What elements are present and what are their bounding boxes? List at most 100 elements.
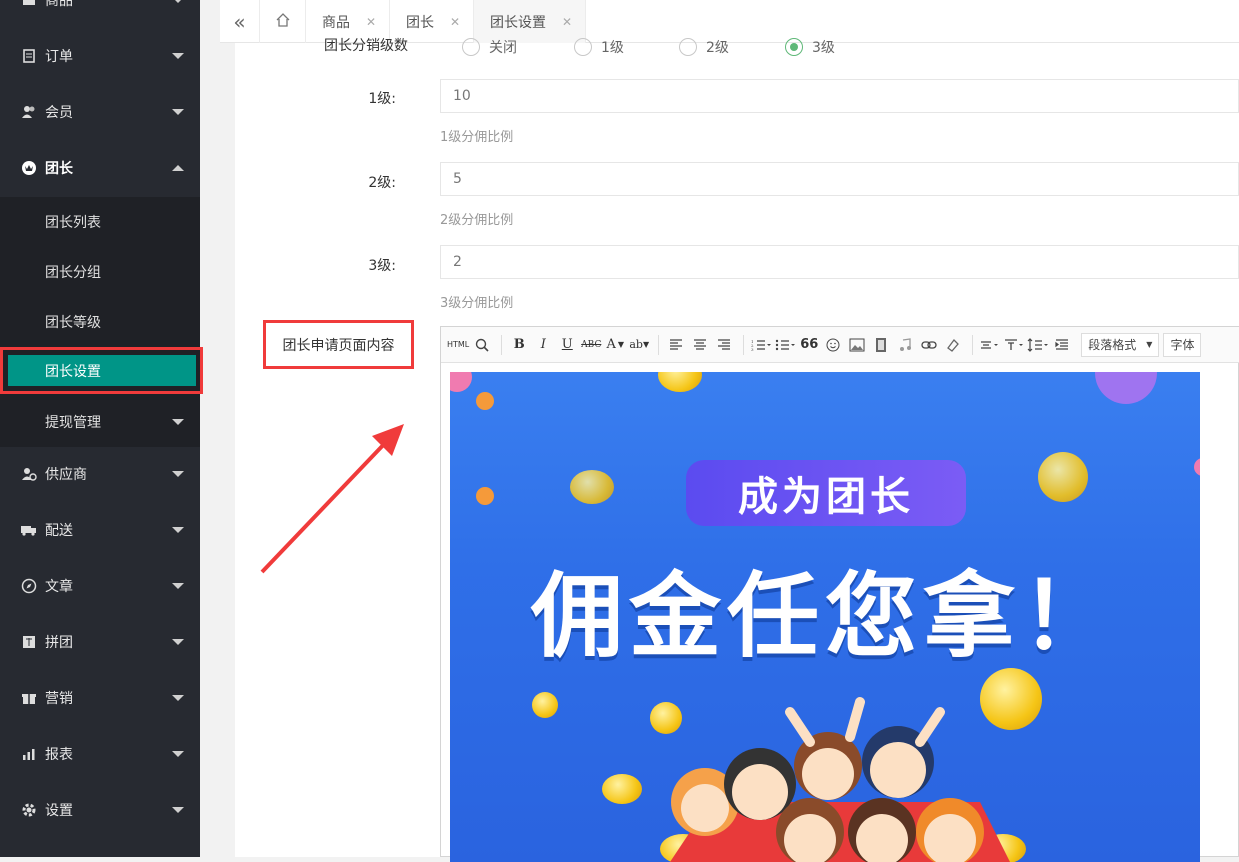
eraser-icon[interactable] (942, 333, 964, 357)
unordered-list-icon[interactable] (774, 333, 796, 357)
paragraph-spacing-icon[interactable] (1003, 333, 1025, 357)
line-height-icon[interactable] (1027, 333, 1049, 357)
sidebar-item-label: 供应商 (45, 467, 87, 483)
sidebar-item-leader[interactable]: 团长 (0, 140, 200, 196)
highlight-button[interactable]: ab ▼ (628, 333, 650, 357)
group-icon (20, 633, 38, 651)
font-color-glyph: A (606, 337, 616, 352)
radio-circle-checked (785, 38, 803, 56)
align-center-icon[interactable] (689, 333, 711, 357)
chart-icon (20, 745, 38, 763)
coin-icon (570, 470, 614, 504)
submenu-leader-level[interactable]: 团长等级 (0, 297, 200, 347)
chevron-down-icon (172, 0, 184, 3)
level1-label: 1级: (368, 91, 396, 107)
sidebar-item-settings[interactable]: 设置 (0, 782, 200, 838)
submenu-leader-list[interactable]: 团长列表 (0, 197, 200, 247)
paragraph-format-select[interactable]: 段落格式 ▼ (1081, 332, 1160, 357)
level3-input[interactable]: 2 (440, 245, 1239, 279)
sidebar: 商品 订单 会员 团长 团长列表 团长分组 团长等级 团长设置 提现管理 供应商 (0, 0, 203, 857)
radio-level-3[interactable]: 3级 (785, 37, 835, 57)
sidebar-item-groupbuy[interactable]: 拼团 (0, 614, 200, 670)
level1-input[interactable]: 10 (440, 79, 1239, 113)
italic-button[interactable]: I (532, 333, 554, 357)
close-icon[interactable]: ✕ (366, 15, 376, 29)
editor-toolbar: HTML B I U ABC A ▼ ab ▼ 123 66 段落格式 ▼ 字体 (441, 327, 1239, 363)
gear-icon (20, 801, 38, 819)
order-icon (20, 47, 38, 65)
radio-off[interactable]: 关闭 (462, 37, 517, 57)
sidebar-item-label: 报表 (45, 747, 73, 763)
sidebar-item-orders[interactable]: 订单 (0, 28, 200, 84)
sidebar-item-supplier[interactable]: 供应商 (0, 446, 200, 502)
sidebar-item-label: 文章 (45, 579, 73, 595)
rich-text-editor[interactable]: HTML B I U ABC A▼ ab▼ 123 66 段落格式▼ 字体 (440, 326, 1239, 862)
chevron-down-icon (172, 109, 184, 115)
svg-text:3: 3 (751, 347, 754, 351)
sidebar-item-label: 设置 (45, 803, 73, 819)
coin-icon (602, 774, 642, 804)
goods-icon (20, 0, 38, 9)
ordered-list-icon[interactable]: 123 (750, 333, 772, 357)
content-label: 团长申请页面内容 (282, 337, 395, 354)
underline-button[interactable]: U (556, 333, 578, 357)
bold-button[interactable]: B (508, 333, 530, 357)
banner-pill: 成为团长 (686, 460, 966, 526)
sidebar-item-reports[interactable]: 报表 (0, 726, 200, 782)
toolbar-divider (743, 334, 745, 355)
sidebar-item-label: 商品 (45, 0, 73, 9)
preview-icon[interactable] (471, 333, 493, 357)
align-right-icon[interactable] (713, 333, 735, 357)
sidebar-item-articles[interactable]: 文章 (0, 558, 200, 614)
font-family-select[interactable]: 字体 (1163, 332, 1202, 357)
music-icon[interactable] (894, 333, 916, 357)
level3-help: 3级分佣比例 (440, 296, 514, 311)
sidebar-item-members[interactable]: 会员 (0, 84, 200, 140)
chevron-down-icon (172, 639, 184, 645)
level1-help: 1级分佣比例 (440, 130, 514, 145)
level2-input[interactable]: 5 (440, 162, 1239, 196)
radio-level-1[interactable]: 1级 (574, 37, 624, 57)
sidebar-item-label: 订单 (45, 49, 73, 65)
submenu-withdraw[interactable]: 提现管理 (0, 397, 200, 447)
active-highlight: 团长设置 (8, 355, 196, 386)
level2-label: 2级: (368, 175, 396, 191)
compass-icon (20, 577, 38, 595)
image-icon[interactable] (846, 333, 868, 357)
sidebar-item-label: 营销 (45, 691, 73, 707)
submenu-label: 团长等级 (45, 315, 101, 331)
html-source-button[interactable]: HTML (447, 333, 469, 357)
sidebar-item-label: 拼团 (45, 635, 73, 651)
sidebar-item-goods[interactable]: 商品 (0, 0, 200, 28)
link-icon[interactable] (918, 333, 940, 357)
radio-label: 3级 (812, 40, 835, 56)
emoji-icon[interactable] (822, 333, 844, 357)
toolbar-divider (972, 334, 974, 355)
sidebar-item-delivery[interactable]: 配送 (0, 502, 200, 558)
sidebar-item-marketing[interactable]: 营销 (0, 670, 200, 726)
coin-icon (532, 692, 558, 718)
content-label-highlight: 团长申请页面内容 (263, 320, 414, 369)
video-icon[interactable] (870, 333, 892, 357)
close-icon[interactable]: ✕ (450, 15, 460, 29)
coin-icon (1038, 452, 1088, 502)
blockquote-button[interactable]: 66 (798, 333, 820, 357)
banner-pill-text: 成为团长 (738, 474, 914, 520)
chevron-down-icon (172, 695, 184, 701)
font-color-button[interactable]: A ▼ (604, 333, 626, 357)
radio-level-2[interactable]: 2级 (679, 37, 729, 57)
submenu-leader-group[interactable]: 团长分组 (0, 247, 200, 297)
text-align-dropdown-icon[interactable] (979, 333, 1001, 357)
submenu-label: 提现管理 (45, 415, 101, 431)
strikethrough-button[interactable]: ABC (580, 333, 602, 357)
indent-icon[interactable] (1051, 333, 1073, 357)
chevron-down-icon (172, 527, 184, 533)
tab-label: 团长设置 (490, 14, 546, 31)
align-left-icon[interactable] (665, 333, 687, 357)
submenu-leader-settings[interactable]: 团长设置 (0, 347, 203, 394)
close-icon[interactable]: ✕ (562, 15, 572, 29)
editor-content-area[interactable]: 成为团长 佣金任您拿！ (441, 363, 1239, 862)
collapse-sidebar-button[interactable]: « (220, 0, 260, 43)
coin-icon (658, 372, 702, 392)
toolbar-divider (501, 334, 503, 355)
